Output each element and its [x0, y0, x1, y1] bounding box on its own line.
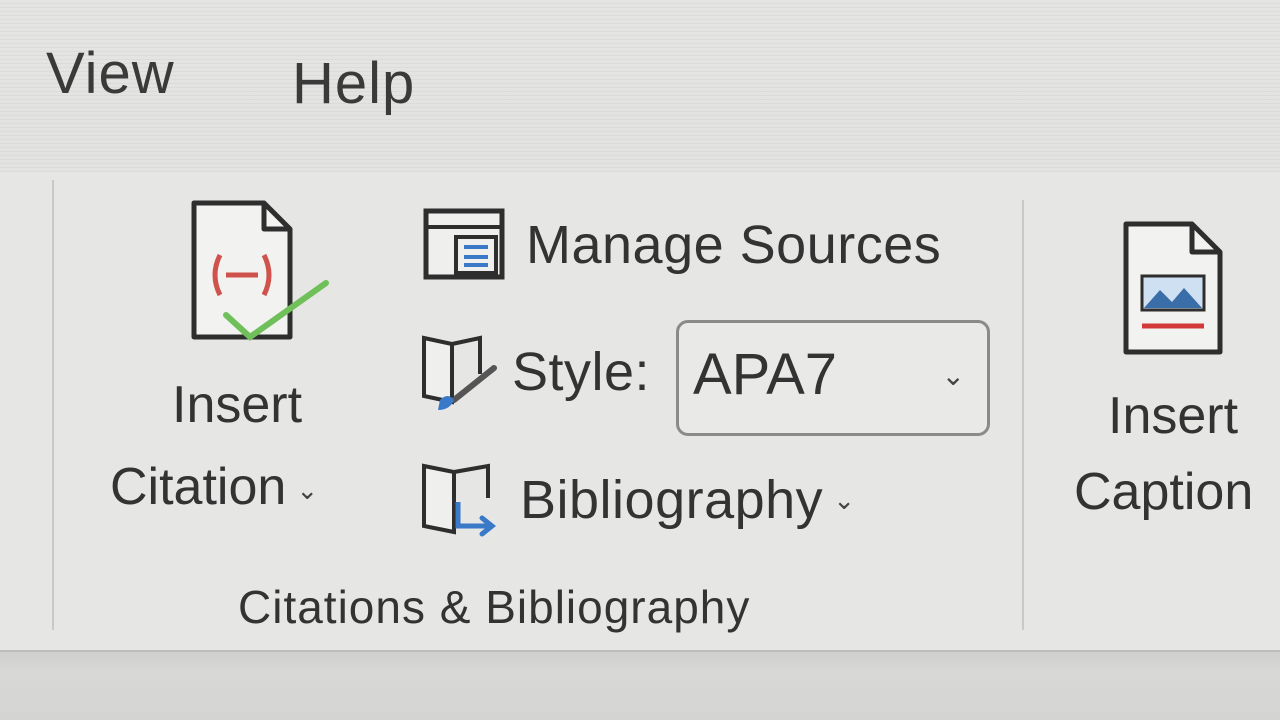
insert-citation-label-line1: Insert [172, 376, 303, 434]
insert-citation-icon [191, 200, 329, 341]
manage-sources-label: Manage Sources [526, 215, 942, 275]
insert-citation-button[interactable]: Insert Citation ⌄ [100, 195, 390, 525]
style-control: Style: [418, 330, 650, 414]
style-label: Style: [512, 342, 651, 402]
tab-help[interactable]: Help [292, 50, 415, 117]
style-select-value: APA7 [693, 342, 838, 407]
bibliography-button[interactable]: Bibliography ⌄ [418, 458, 855, 542]
group-separator [1022, 200, 1024, 630]
manage-sources-button[interactable]: Manage Sources [422, 205, 941, 285]
insert-caption-label-line1: Insert [1108, 387, 1239, 445]
insert-caption-icon [1123, 221, 1223, 355]
chevron-down-icon[interactable]: ⌄ [833, 485, 855, 516]
screen: View Help Insert Citation⌄ Manage Sourc [0, 0, 1280, 720]
insert-caption-label-line2: Caption [1074, 463, 1254, 521]
bibliography-label: Bibliography [520, 470, 824, 530]
insert-citation-label-line2: Citation ⌄ [110, 457, 318, 517]
insert-citation-label-text: Citation [110, 458, 287, 516]
style-brush-icon [422, 335, 497, 410]
chevron-down-icon[interactable]: ⌄ [942, 359, 965, 392]
bibliography-icon [422, 463, 497, 537]
chevron-down-icon[interactable]: ⌄ [296, 475, 318, 506]
manage-sources-icon [423, 208, 505, 280]
style-select[interactable]: APA7 ⌄ [676, 320, 990, 436]
insert-caption-button[interactable]: Insert Caption [1060, 210, 1280, 530]
group-separator [52, 180, 54, 630]
tab-view[interactable]: View [46, 40, 175, 107]
ribbon-bottom-edge [0, 650, 1280, 720]
group-label-citations-bibliography: Citations & Bibliography [238, 581, 751, 633]
